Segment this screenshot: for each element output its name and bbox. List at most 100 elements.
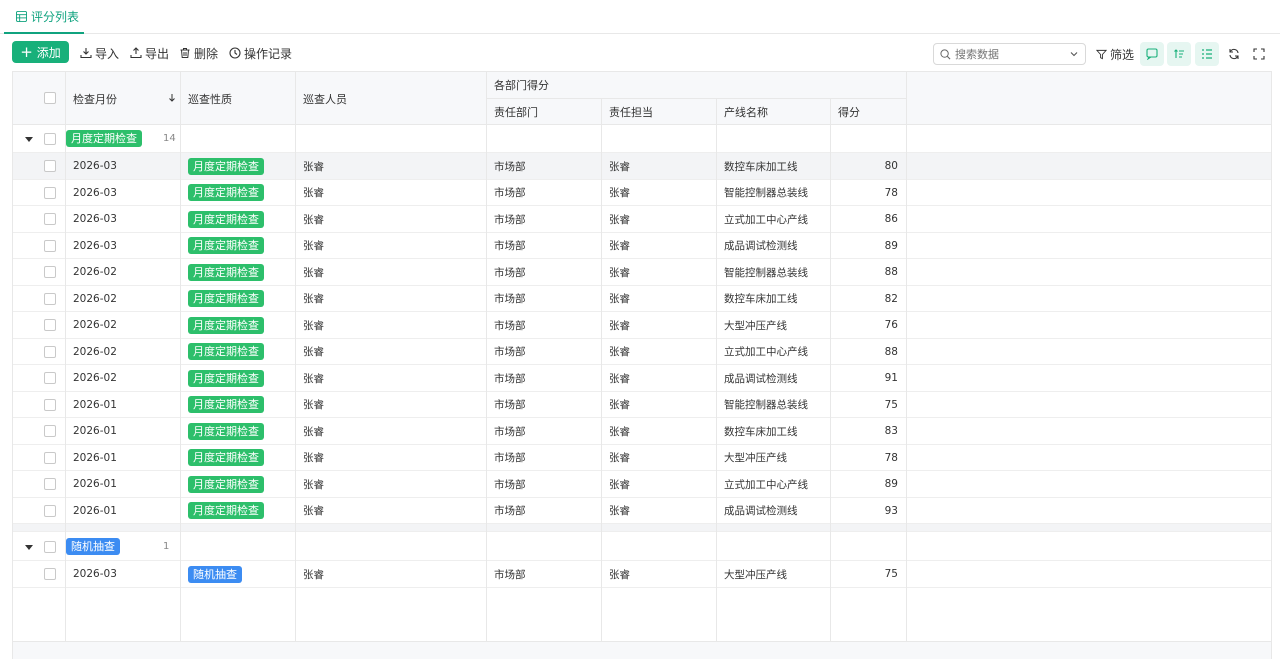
comment-view-button[interactable] bbox=[1140, 42, 1164, 66]
cell-dept: 市场部 bbox=[494, 240, 526, 252]
tab-score-list[interactable]: 评分列表 bbox=[4, 0, 84, 34]
group-tag: 随机抽查 bbox=[66, 538, 120, 555]
cell-nature: 月度定期检查 bbox=[188, 418, 293, 444]
table-row[interactable]: 2026-02 月度定期检查 张睿 市场部 张睿 智能控制器总装线 88 bbox=[13, 259, 1271, 286]
cell-month: 2026-03 bbox=[73, 239, 117, 252]
delete-button[interactable]: 删除 bbox=[179, 44, 218, 62]
cell-score: 89 bbox=[884, 239, 898, 252]
row-checkbox[interactable] bbox=[44, 478, 56, 490]
sort-button[interactable] bbox=[1167, 42, 1191, 66]
table-row[interactable]: 2026-02 月度定期检查 张睿 市场部 张睿 数控车床加工线 82 bbox=[13, 286, 1271, 312]
group-checkbox[interactable] bbox=[44, 133, 56, 145]
header-person-label: 巡查人员 bbox=[303, 92, 347, 106]
row-checkbox[interactable] bbox=[44, 504, 56, 517]
cell-score: 83 bbox=[884, 425, 898, 437]
cell-line: 大型冲压产线 bbox=[724, 319, 787, 332]
row-checkbox[interactable] bbox=[44, 213, 56, 225]
cell-owner: 张睿 bbox=[609, 505, 630, 517]
sort-down-arrow-icon[interactable] bbox=[167, 93, 177, 103]
group-row[interactable]: 随机抽查 1 bbox=[13, 533, 1271, 561]
nature-tag: 月度定期检查 bbox=[188, 237, 264, 254]
table-row[interactable]: 2026-01 月度定期检查 张睿 市场部 张睿 立式加工中心产线 89 bbox=[13, 471, 1271, 498]
export-button[interactable]: 导出 bbox=[130, 44, 169, 62]
header-score[interactable]: 得分 bbox=[830, 98, 906, 125]
group-checkbox[interactable] bbox=[44, 541, 56, 553]
import-button[interactable]: 导入 bbox=[80, 44, 119, 62]
group-button[interactable] bbox=[1195, 42, 1219, 66]
cell-line: 大型冲压产线 bbox=[724, 452, 787, 464]
search-box[interactable] bbox=[933, 43, 1086, 65]
operation-log-button[interactable]: 操作记录 bbox=[229, 44, 292, 62]
row-checkbox[interactable] bbox=[44, 186, 56, 199]
cell-nature: 随机抽查 bbox=[188, 561, 293, 587]
row-checkbox[interactable] bbox=[44, 345, 56, 358]
cell-owner: 张睿 bbox=[609, 568, 630, 581]
cell-month: 2026-03 bbox=[73, 213, 117, 225]
plus-icon: + bbox=[20, 42, 33, 61]
cell-nature: 月度定期检查 bbox=[188, 498, 293, 524]
cell-line: 立式加工中心产线 bbox=[724, 478, 808, 491]
header-month[interactable]: 检查月份 bbox=[65, 72, 180, 125]
search-input[interactable] bbox=[955, 47, 1069, 61]
row-checkbox[interactable] bbox=[44, 160, 56, 172]
filter-button[interactable]: 筛选 bbox=[1096, 46, 1134, 63]
search-icon bbox=[940, 48, 951, 59]
row-checkbox[interactable] bbox=[44, 425, 56, 437]
group-row[interactable]: 月度定期检查 14 bbox=[13, 125, 1271, 153]
refresh-button[interactable] bbox=[1222, 42, 1246, 66]
group-count: 1 bbox=[163, 541, 170, 552]
table-row[interactable]: 2026-03 月度定期检查 张睿 市场部 张睿 智能控制器总装线 78 bbox=[13, 180, 1271, 206]
header-dept[interactable]: 责任部门 bbox=[486, 98, 601, 125]
table-row[interactable]: 2026-02 月度定期检查 张睿 市场部 张睿 成品调试检测线 91 bbox=[13, 365, 1271, 392]
filter-label: 筛选 bbox=[1110, 48, 1135, 62]
cell-owner: 张睿 bbox=[609, 266, 630, 279]
fullscreen-button[interactable] bbox=[1247, 42, 1271, 66]
row-checkbox[interactable] bbox=[44, 292, 56, 305]
row-checkbox[interactable] bbox=[44, 568, 56, 580]
table-icon bbox=[16, 10, 27, 22]
select-all-checkbox[interactable] bbox=[44, 92, 56, 104]
group-spacer bbox=[13, 524, 1271, 532]
table-row[interactable]: 2026-01 月度定期检查 张睿 市场部 张睿 数控车床加工线 83 bbox=[13, 418, 1271, 445]
delete-label: 删除 bbox=[194, 46, 219, 61]
collapse-triangle-icon[interactable] bbox=[25, 137, 33, 142]
header-owner[interactable]: 责任担当 bbox=[601, 98, 716, 125]
clock-icon bbox=[229, 47, 241, 59]
cell-dept: 市场部 bbox=[494, 266, 526, 279]
table-row[interactable]: 2026-01 月度定期检查 张睿 市场部 张睿 大型冲压产线 78 bbox=[13, 445, 1271, 471]
header-nature[interactable]: 巡查性质 bbox=[180, 72, 295, 125]
row-checkbox[interactable] bbox=[44, 239, 56, 252]
row-checkbox[interactable] bbox=[44, 372, 56, 384]
table-row[interactable]: 2026-03 随机抽查 张睿 市场部 张睿 大型冲压产线 75 bbox=[13, 561, 1271, 588]
chevron-down-icon[interactable] bbox=[1069, 49, 1079, 59]
row-checkbox[interactable] bbox=[44, 319, 56, 331]
row-checkbox[interactable] bbox=[44, 266, 56, 278]
collapse-triangle-icon[interactable] bbox=[25, 545, 33, 550]
cell-score: 78 bbox=[884, 451, 898, 464]
header-dept-label: 责任部门 bbox=[494, 105, 538, 119]
table-row[interactable]: 2026-03 月度定期检查 张睿 市场部 张睿 立式加工中心产线 86 bbox=[13, 206, 1271, 233]
row-checkbox[interactable] bbox=[44, 451, 56, 464]
cell-score: 88 bbox=[884, 266, 898, 278]
nature-tag: 随机抽查 bbox=[188, 565, 242, 583]
header-person[interactable]: 巡查人员 bbox=[295, 72, 486, 125]
cell-score: 93 bbox=[884, 504, 898, 517]
cell-month: 2026-03 bbox=[73, 568, 117, 580]
score-table: 检查月份 巡查性质 巡查人员 各部门得分 责任部门 责任担当 产线名称 得分 月… bbox=[12, 71, 1272, 659]
table-row[interactable]: 2026-02 月度定期检查 张睿 市场部 张睿 立式加工中心产线 88 bbox=[13, 339, 1271, 365]
cell-person: 张睿 bbox=[303, 187, 324, 199]
cell-owner: 张睿 bbox=[609, 213, 630, 226]
header-line[interactable]: 产线名称 bbox=[716, 98, 830, 125]
cell-month: 2026-03 bbox=[73, 186, 117, 199]
cell-nature: 月度定期检查 bbox=[188, 259, 293, 285]
refresh-icon bbox=[1229, 48, 1239, 60]
add-button[interactable]: + 添加 bbox=[12, 41, 69, 63]
cell-score: 89 bbox=[884, 478, 898, 490]
row-checkbox[interactable] bbox=[44, 398, 56, 411]
table-row[interactable]: 2026-01 月度定期检查 张睿 市场部 张睿 成品调试检测线 93 bbox=[13, 498, 1271, 524]
table-row[interactable]: 2026-03 月度定期检查 张睿 市场部 张睿 成品调试检测线 89 bbox=[13, 233, 1271, 259]
table-row[interactable]: 2026-03 月度定期检查 张睿 市场部 张睿 数控车床加工线 80 bbox=[13, 153, 1271, 180]
table-row[interactable]: 2026-01 月度定期检查 张睿 市场部 张睿 智能控制器总装线 75 bbox=[13, 392, 1271, 418]
table-row[interactable]: 2026-02 月度定期检查 张睿 市场部 张睿 大型冲压产线 76 bbox=[13, 312, 1271, 339]
cell-nature: 月度定期检查 bbox=[188, 392, 293, 418]
